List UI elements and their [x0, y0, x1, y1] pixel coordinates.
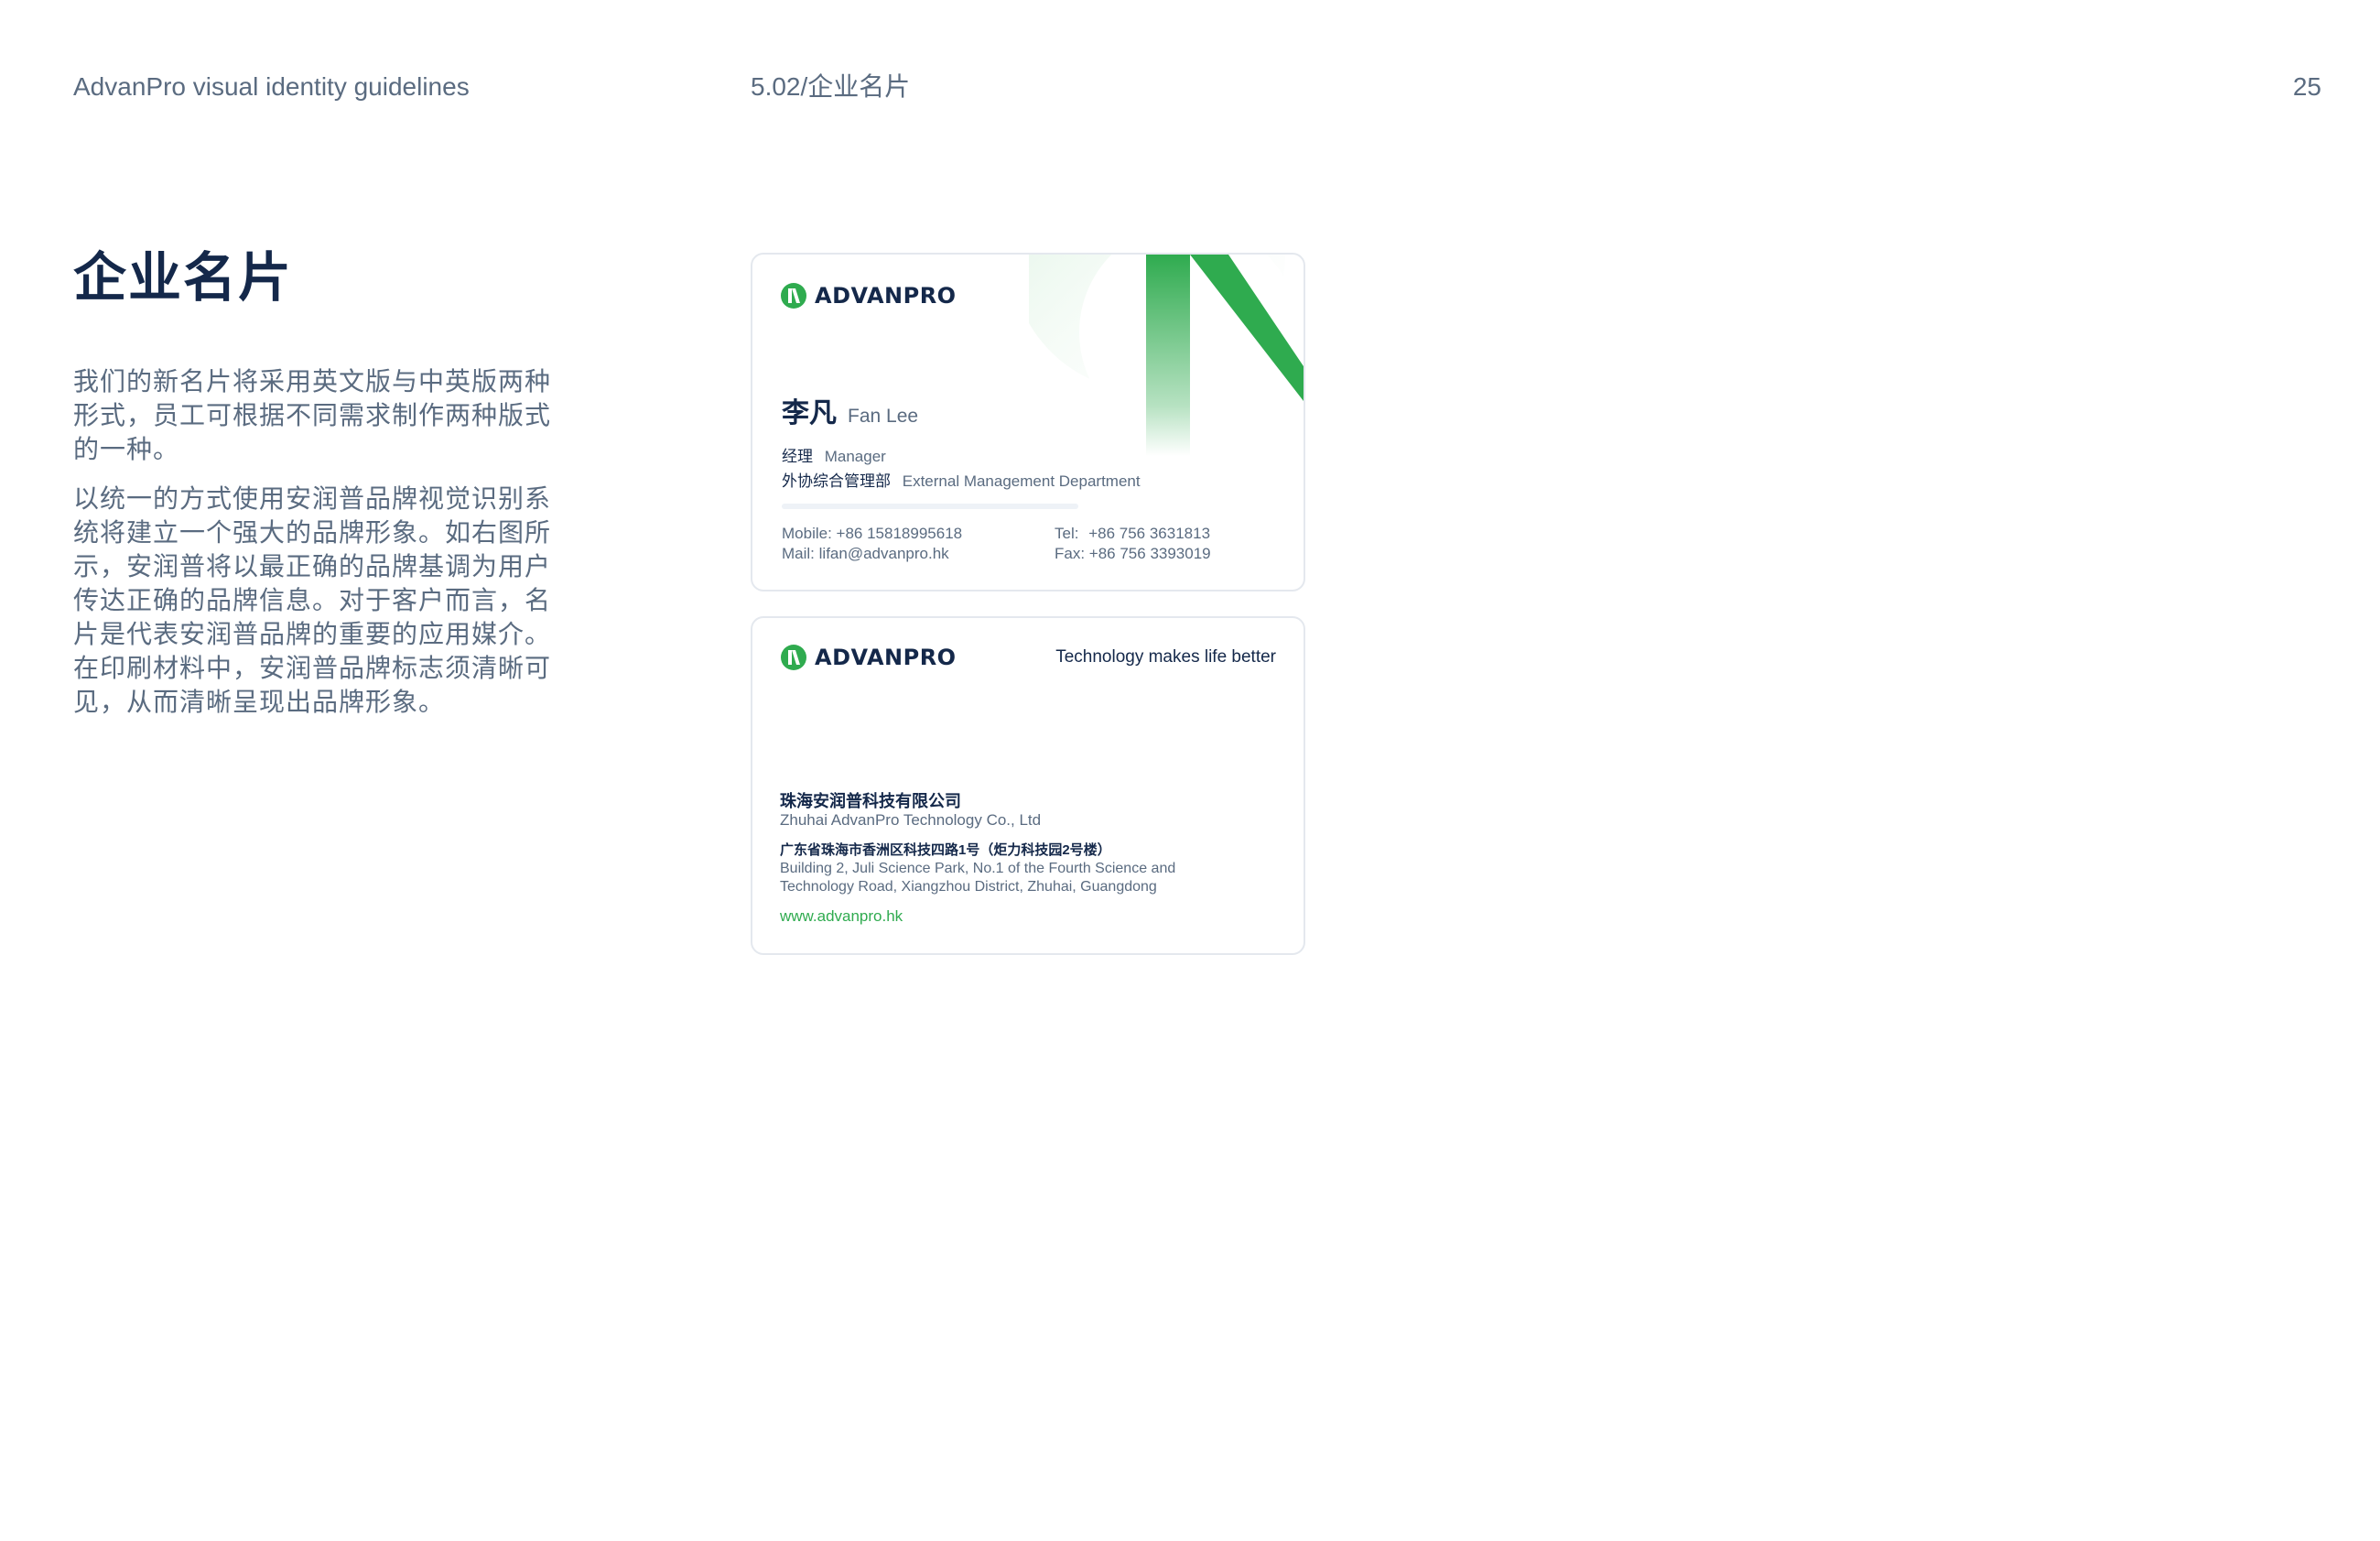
name-cn: 李凡	[782, 398, 837, 429]
job-title-en: Manager	[824, 448, 886, 465]
body-paragraph: 以统一的方式使用安润普品牌视觉识别系统将建立一个强大的品牌形象。如右图所示，安润…	[73, 484, 552, 716]
job-title-row: 经理 Manager	[782, 447, 886, 467]
tel-value: +86 756 3631813	[1088, 525, 1211, 542]
company-name-en: Zhuhai AdvanPro Technology Co., Ltd	[780, 811, 1042, 829]
address-en-line2: Technology Road, Xiangzhou District, Zhu…	[780, 879, 1157, 895]
page-title: 企业名片	[73, 248, 294, 308]
mobile-value: +86 15818995618	[836, 525, 963, 542]
department-cn: 外协综合管理部	[782, 472, 891, 490]
address-cn: 广东省珠海市香洲区科技四路1号（炬力科技园2号楼）	[780, 842, 1111, 858]
mobile-row: Mobile: +86 15818995618	[782, 524, 962, 544]
section-label: 5.02/企业名片	[751, 72, 911, 101]
mail-label: Mail:	[782, 545, 815, 562]
brand-triangle-graphic	[1029, 255, 1304, 456]
advanpro-logo: ADVANPRO	[780, 644, 957, 671]
business-card-back: ADVANPRO Technology makes life better 珠海…	[751, 616, 1305, 955]
department-en: External Management Department	[902, 472, 1141, 490]
website-link[interactable]: www.advanpro.hk	[780, 907, 903, 926]
job-title-cn: 经理	[782, 448, 813, 465]
mobile-label: Mobile:	[782, 525, 832, 542]
fax-label: Fax:	[1055, 545, 1086, 562]
fax-value: +86 756 3393019	[1088, 545, 1211, 562]
intro-paragraph: 我们的新名片将采用英文版与中英版两种形式，员工可根据不同需求制作两种版式的一种。	[73, 367, 552, 463]
logo-wordmark: ADVANPRO	[815, 645, 957, 670]
mail-value: lifan@advanpro.hk	[818, 545, 949, 562]
tel-row: Tel: +86 756 3631813	[1055, 524, 1210, 544]
slogan: Technology makes life better	[1055, 647, 1276, 667]
name-row: 李凡 Fan Lee	[782, 390, 918, 430]
advanpro-logo: ADVANPRO	[780, 282, 957, 309]
address-en-line1: Building 2, Juli Science Park, No.1 of t…	[780, 861, 1176, 876]
divider	[782, 504, 1078, 509]
department-row: 外协综合管理部 External Management Department	[782, 472, 1141, 492]
advanpro-logo-mark-icon	[781, 645, 806, 670]
page-number: 25	[2292, 72, 2321, 101]
fax-row: Fax: +86 756 3393019	[1055, 544, 1211, 564]
name-en: Fan Lee	[848, 406, 919, 427]
document-title: AdvanPro visual identity guidelines	[73, 72, 470, 101]
tel-label: Tel:	[1055, 525, 1079, 542]
mail-row: Mail: lifan@advanpro.hk	[782, 544, 949, 564]
logo-wordmark: ADVANPRO	[815, 283, 957, 309]
advanpro-logo-mark-icon	[781, 283, 806, 309]
company-name-cn: 珠海安润普科技有限公司	[780, 792, 961, 810]
business-card-front: ADVANPRO 李凡 Fan Lee 经理 Manager 外协综合管理部 E…	[751, 253, 1305, 591]
